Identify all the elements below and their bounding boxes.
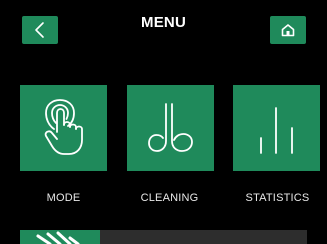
brush-icon	[36, 231, 80, 244]
statistics-label: STATISTICS	[245, 192, 310, 204]
mode-label: MODE	[46, 192, 81, 204]
bar-chart-icon	[259, 107, 293, 154]
touch-hand-icon	[44, 99, 83, 155]
home-icon	[281, 24, 295, 37]
cleaning-label: CLEANING	[140, 192, 199, 204]
home-button[interactable]	[270, 16, 306, 44]
mode-tile[interactable]	[20, 85, 107, 171]
statistics-tile[interactable]	[233, 85, 320, 171]
cleaning-icon	[147, 103, 193, 152]
cleaning-tile[interactable]	[127, 85, 214, 171]
